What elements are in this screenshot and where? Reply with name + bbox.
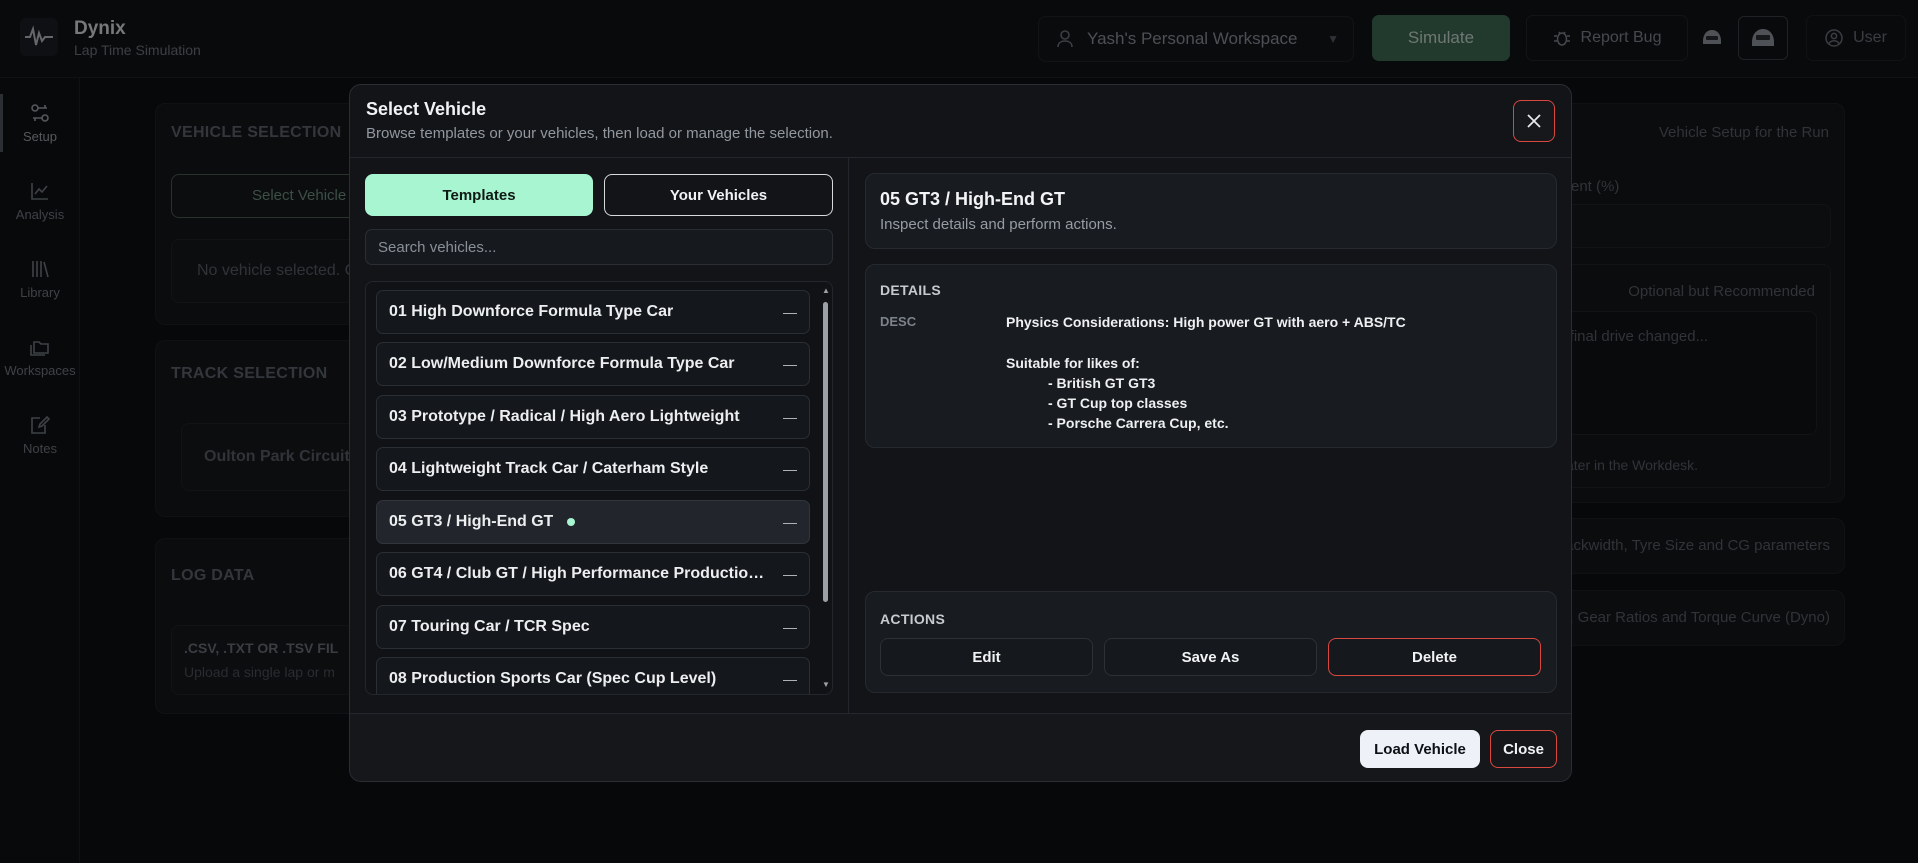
vehicle-list: 01 High Downforce Formula Type Car — 02 … — [365, 281, 833, 695]
collapse-dash-icon[interactable]: — — [783, 409, 797, 425]
delete-button[interactable]: Delete — [1328, 638, 1541, 676]
modal-close-button[interactable] — [1513, 100, 1555, 142]
vehicle-label: 01 High Downforce Formula Type Car — [389, 303, 674, 320]
collapse-dash-icon[interactable]: — — [783, 356, 797, 372]
list-item[interactable]: 04 Lightweight Track Car / Caterham Styl… — [376, 447, 810, 491]
vehicle-label: 03 Prototype / Radical / High Aero Light… — [389, 408, 740, 425]
list-item-selected[interactable]: 05 GT3 / High-End GT — — [376, 500, 810, 544]
scrollbar-thumb[interactable] — [823, 302, 828, 602]
desc-key: DESC — [880, 314, 917, 329]
collapse-dash-icon[interactable]: — — [783, 619, 797, 635]
details-heading: DETAILS — [880, 282, 941, 298]
collapse-dash-icon[interactable]: — — [783, 671, 797, 687]
collapse-dash-icon[interactable]: — — [783, 304, 797, 320]
list-item[interactable]: 03 Prototype / Radical / High Aero Light… — [376, 395, 810, 439]
desc-line: - British GT GT3 — [1048, 375, 1156, 391]
scroll-up-icon[interactable]: ▲ — [822, 286, 830, 295]
actions-heading: ACTIONS — [880, 611, 946, 627]
actions-card: ACTIONS Edit Save As Delete — [865, 591, 1557, 693]
tab-your-vehicles[interactable]: Your Vehicles — [604, 174, 833, 216]
edit-button[interactable]: Edit — [880, 638, 1093, 676]
list-item[interactable]: 02 Low/Medium Downforce Formula Type Car… — [376, 342, 810, 386]
collapse-dash-icon[interactable]: — — [783, 461, 797, 477]
selected-vehicle-title: 05 GT3 / High-End GT — [880, 189, 1066, 209]
desc-line: Physics Considerations: High power GT wi… — [1006, 314, 1406, 330]
desc-line: - GT Cup top classes — [1048, 395, 1188, 411]
tab-templates[interactable]: Templates — [365, 174, 593, 216]
select-vehicle-modal: Select Vehicle Browse templates or your … — [349, 84, 1572, 782]
vehicle-label: 06 GT4 / Club GT / High Performance Prod… — [389, 565, 769, 582]
vehicle-label: 02 Low/Medium Downforce Formula Type Car — [389, 355, 735, 372]
load-vehicle-button[interactable]: Load Vehicle — [1360, 730, 1480, 768]
selected-vehicle-summary: 05 GT3 / High-End GT Inspect details and… — [865, 173, 1557, 249]
close-icon — [1527, 114, 1541, 128]
modal-divider — [350, 157, 1571, 158]
vehicle-label: 07 Touring Car / TCR Spec — [389, 618, 590, 635]
list-item[interactable]: 01 High Downforce Formula Type Car — — [376, 290, 810, 334]
list-item[interactable]: 06 GT4 / Club GT / High Performance Prod… — [376, 552, 810, 596]
modal-title: Select Vehicle — [366, 99, 487, 119]
close-button[interactable]: Close — [1490, 730, 1557, 768]
vehicle-label: 05 GT3 / High-End GT — [389, 513, 554, 530]
vehicle-search-input[interactable] — [365, 229, 833, 265]
list-item[interactable]: 07 Touring Car / TCR Spec — — [376, 605, 810, 649]
save-as-button[interactable]: Save As — [1104, 638, 1317, 676]
list-scrollbar[interactable]: ▲ ▼ — [822, 286, 830, 690]
vehicle-label: 08 Production Sports Car (Spec Cup Level… — [389, 670, 717, 687]
modal-column-divider — [848, 157, 849, 713]
details-card: DETAILS DESC Physics Considerations: Hig… — [865, 264, 1557, 448]
selected-vehicle-subtitle: Inspect details and perform actions. — [880, 216, 1117, 233]
modal-subtitle: Browse templates or your vehicles, then … — [366, 125, 833, 142]
desc-line: - Porsche Carrera Cup, etc. — [1048, 415, 1229, 431]
selected-dot-icon — [567, 518, 576, 526]
desc-line: Suitable for likes of: — [1006, 355, 1140, 371]
list-item[interactable]: 08 Production Sports Car (Spec Cup Level… — [376, 657, 810, 694]
vehicle-label: 04 Lightweight Track Car / Caterham Styl… — [389, 460, 709, 477]
collapse-dash-icon[interactable]: — — [783, 566, 797, 582]
scroll-down-icon[interactable]: ▼ — [822, 680, 830, 689]
collapse-dash-icon[interactable]: — — [783, 514, 797, 530]
